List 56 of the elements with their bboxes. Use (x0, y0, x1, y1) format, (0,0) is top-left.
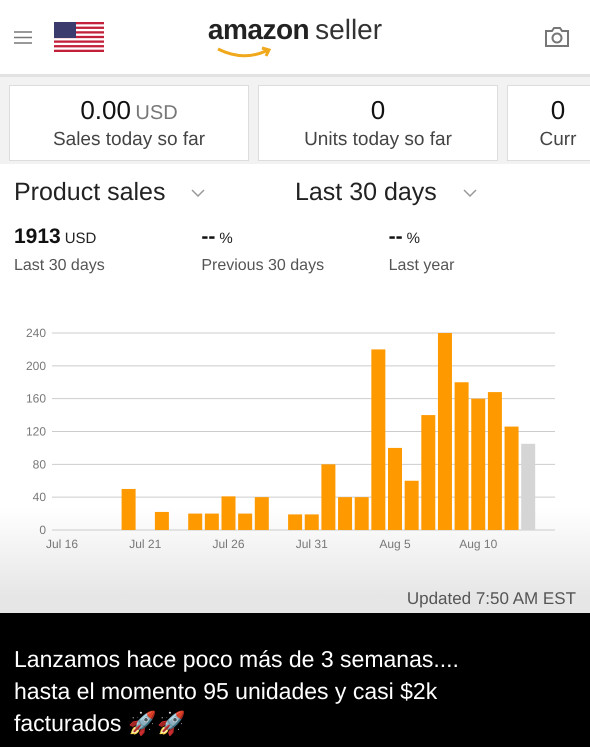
x-tick-label: Jul 21 (129, 537, 162, 551)
stat-card[interactable]: 0 Curr (507, 85, 590, 161)
camera-icon[interactable] (544, 26, 570, 48)
bar (154, 512, 169, 530)
y-tick-label: 40 (32, 490, 46, 504)
stat-label: Previous 30 days (201, 257, 326, 275)
y-tick-label: 80 (32, 457, 46, 472)
stat-unit: % (219, 230, 233, 247)
stat-value: -- (201, 225, 216, 248)
updated-time: Updated 7:50 AM EST (406, 589, 576, 609)
card-value: 0 (550, 95, 566, 125)
stat-value: -- (388, 225, 403, 248)
bar (288, 514, 302, 530)
logo-brand: amazon (208, 14, 310, 46)
stat-unit: % (406, 230, 420, 247)
stat-value: 1913 (14, 225, 61, 248)
bar (122, 488, 136, 530)
card-unit: USD (135, 102, 178, 124)
x-tick-label: Aug 5 (379, 537, 411, 551)
chevron-icon (191, 188, 206, 196)
x-tick-label: Jul 31 (296, 537, 328, 551)
x-tick-label: Jul 26 (212, 537, 245, 551)
dropdown[interactable]: Last 30 days (295, 178, 576, 207)
bar (238, 514, 252, 530)
y-tick-label: 120 (26, 424, 46, 438)
stat-label: Last year (388, 257, 456, 275)
bar (404, 480, 419, 530)
stat-label: Last 30 days (14, 257, 106, 275)
chevron-icon (462, 188, 477, 196)
bar (254, 497, 269, 530)
bar (304, 514, 319, 530)
bar (354, 497, 369, 530)
x-tick-label: Jul 16 (46, 537, 78, 551)
stat-card[interactable]: 0 Units today so far (258, 85, 498, 161)
stat-card[interactable]: 0.00 USD Sales today so far (9, 85, 249, 161)
logo-word: seller (315, 14, 382, 46)
stat-unit: USD (64, 230, 96, 247)
y-tick-label: 240 (26, 326, 46, 340)
bar (204, 514, 219, 530)
card-label: Units today so far (304, 129, 452, 151)
bar (222, 496, 236, 530)
card-label: Curr (540, 129, 576, 151)
card-value: 0 (370, 95, 386, 125)
dropdown[interactable]: Product sales (14, 178, 295, 207)
y-tick-label: 200 (26, 358, 46, 373)
y-tick-label: 0 (39, 523, 46, 537)
y-tick-label: 160 (26, 392, 46, 406)
card-label: Sales today so far (52, 129, 206, 151)
menu-icon[interactable] (14, 30, 32, 44)
bar (338, 497, 352, 530)
bar (188, 514, 202, 530)
card-value: 0.00 (80, 95, 131, 125)
bar (321, 464, 336, 530)
flag-icon[interactable] (54, 22, 104, 52)
x-tick-label: Aug 10 (459, 537, 498, 551)
caption: Lanzamos hace poco más de 3 semanas.... hasta el momento 95 unidades y casi $2k facturados 🚀🚀 (14, 645, 460, 738)
